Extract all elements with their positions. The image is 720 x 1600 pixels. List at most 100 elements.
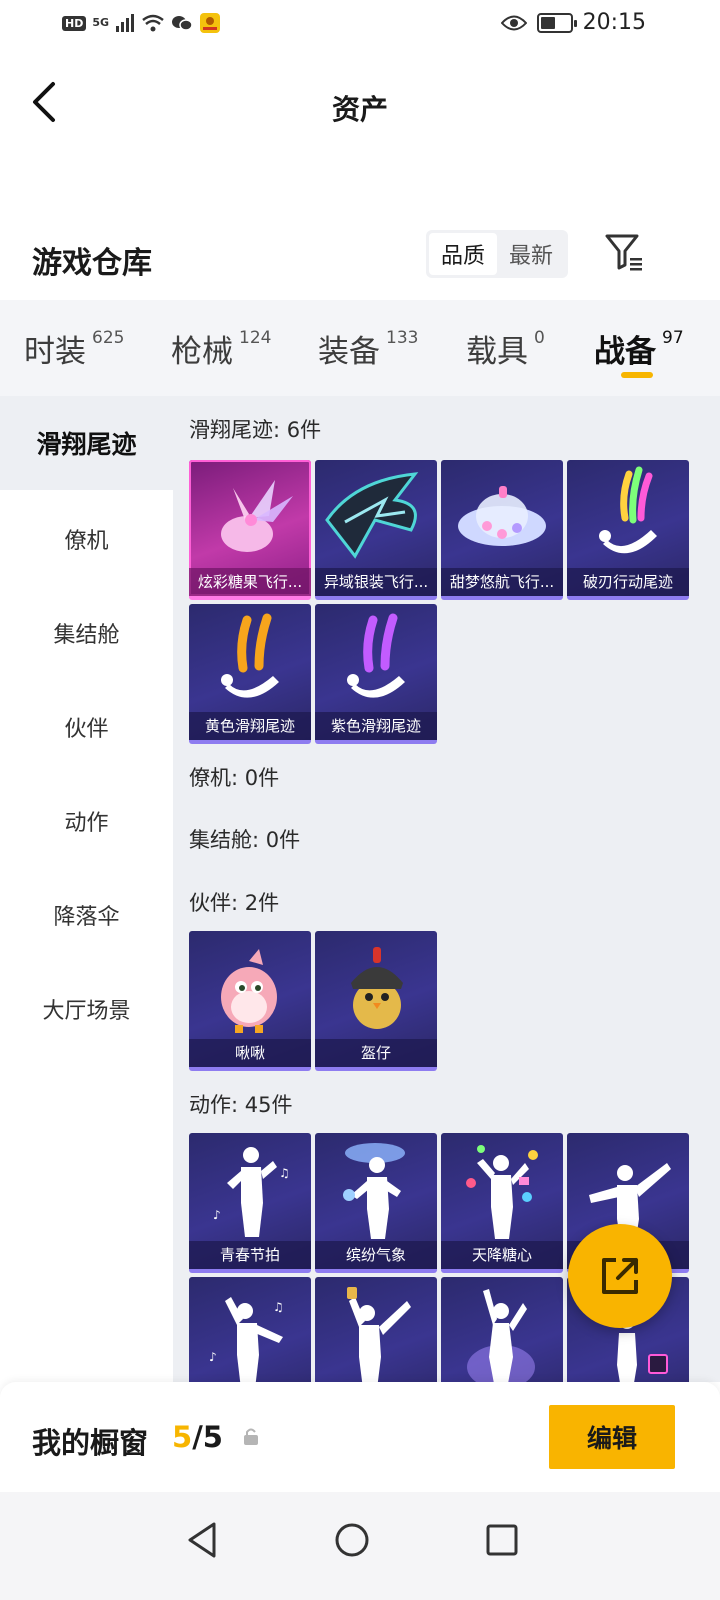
item-card[interactable]: 啾啾 [189,931,311,1071]
status-time: 20:15 [582,10,646,35]
tab-count: 133 [386,328,419,348]
item-name: 盔仔 [315,1039,437,1067]
showcase-count: 5/5 [172,1420,223,1454]
sort-option-quality[interactable]: 品质 [429,233,497,275]
candy-rain-icon [466,1145,538,1239]
tab-guns[interactable]: 枪械 124 [171,326,271,371]
item-card[interactable]: 黄色滑翔尾迹 [189,604,311,744]
sort-option-newest[interactable]: 最新 [497,233,565,275]
nav-home-button[interactable] [322,1510,382,1570]
battery-icon [536,12,577,33]
tab-label: 时装 [24,334,86,370]
rainbow-trail-icon [599,466,657,554]
page-title: 资产 [331,93,388,126]
sidebar-item-emote[interactable]: 动作 [0,774,173,868]
item-card[interactable]: 破刃行动尾迹 [567,460,689,600]
section-title-capsule: 集结舱: 0件 [189,828,301,852]
showcase-label: 我的橱窗 [32,1426,149,1460]
item-name: 缤纷气象 [315,1241,437,1269]
silver-wing-icon [325,472,419,559]
showcase-count-current: 5 [172,1420,193,1454]
tab-label: 载具 [466,334,528,370]
wechat-icon [172,16,193,31]
hd-badge: HD [62,15,87,31]
filter-icon [605,234,642,271]
system-nav-bar [0,1492,720,1600]
section-title-emote: 动作: 45件 [189,1093,293,1117]
item-card[interactable]: 盔仔 [315,931,437,1071]
item-card[interactable] [315,1277,437,1382]
tab-count: 625 [92,328,125,348]
helmet-chick-icon [351,947,403,1029]
purple-trail-icon [347,613,405,698]
nav-back-button[interactable] [172,1510,232,1570]
saucer-icon [458,486,546,546]
item-card[interactable]: 缤纷气象 [315,1133,437,1273]
item-name: 炫彩糖果飞行... [189,568,311,596]
tab-equipment[interactable]: 装备 133 [318,326,418,371]
item-card[interactable]: 天降糖心 [441,1133,563,1273]
app-notification-icon [200,13,221,33]
tab-vehicles[interactable]: 载具 0 [466,326,545,371]
tab-label: 装备 [318,334,380,370]
item-name: 异域银装飞行... [315,568,437,596]
tab-count: 0 [534,328,545,348]
tab-count: 124 [239,328,272,348]
warehouse-header: 游戏仓库 品质 最新 [0,220,720,300]
svg-text:♫: ♫ [279,1166,290,1180]
filter-button[interactable] [604,232,644,272]
tab-fashion[interactable]: 时装 625 [24,326,124,371]
nav-recents-button[interactable] [472,1510,532,1570]
status-right: 20:15 [500,10,646,35]
spotlight-icon [467,1289,535,1382]
status-left: HD 5G [62,12,221,34]
section-title-wingman: 僚机: 0件 [189,766,280,790]
item-name: 紫色滑翔尾迹 [315,712,437,740]
weather-icon [343,1143,405,1239]
share-button[interactable] [568,1224,672,1328]
item-card[interactable] [441,1277,563,1382]
sidebar-item-lobby-scene[interactable]: 大厅场景 [0,962,173,1056]
item-card[interactable]: ♪ ♫ [189,1277,311,1382]
section-title-glide: 滑翔尾迹: 6件 [189,418,322,442]
circle-home-icon [335,1523,369,1557]
cheer-icon [347,1287,411,1382]
item-card[interactable]: 紫色滑翔尾迹 [315,604,437,744]
item-name: 黄色滑翔尾迹 [189,712,311,740]
svg-text:♪: ♪ [213,1208,221,1222]
network-type: 5G [92,16,110,29]
svg-text:♫: ♫ [273,1300,284,1314]
sidebar-item-glide-trail[interactable]: 滑翔尾迹 [0,396,173,490]
pink-bird-icon [221,949,277,1033]
sidebar-item-capsule[interactable]: 集结舱 [0,586,173,680]
sidebar-item-wingman[interactable]: 僚机 [0,492,173,586]
wifi-icon [142,14,164,32]
tab-count: 97 [662,328,684,348]
square-recents-icon [486,1524,518,1556]
edit-button[interactable]: 编辑 [549,1405,675,1469]
item-card[interactable]: ♪ ♫ 青春节拍 [189,1133,311,1273]
warehouse-title: 游戏仓库 [32,246,152,281]
tab-label: 战备 [594,334,656,370]
dance-icon: ♪ ♫ [213,1147,290,1237]
yellow-trail-icon [221,613,279,698]
item-card[interactable]: 炫彩糖果飞行... [189,460,311,600]
sort-toggle: 品质 最新 [426,230,568,278]
showcase-count-separator: / [192,1420,203,1454]
tab-label: 枪械 [171,334,233,370]
tab-combat-gear[interactable]: 战备 97 [594,326,684,371]
item-name: 破刃行动尾迹 [567,568,689,596]
signal-icon [116,14,135,32]
eye-icon [500,15,527,30]
sidebar: 滑翔尾迹 僚机 集结舱 伙伴 动作 降落伞 大厅场景 [0,396,173,1382]
sidebar-item-parachute[interactable]: 降落伞 [0,868,173,962]
item-name: 青春节拍 [189,1241,311,1269]
item-name: 啾啾 [189,1039,311,1067]
status-bar: HD 5G 20:15 [0,0,720,50]
dance-icon: ♪ ♫ [209,1297,284,1382]
item-card[interactable]: 甜梦悠航飞行... [441,460,563,600]
category-tabs: 时装 625 枪械 124 装备 133 载具 0 战备 97 [0,300,720,396]
share-icon [602,1258,638,1294]
item-card[interactable]: 异域银装飞行... [315,460,437,600]
sidebar-item-partner[interactable]: 伙伴 [0,680,173,774]
